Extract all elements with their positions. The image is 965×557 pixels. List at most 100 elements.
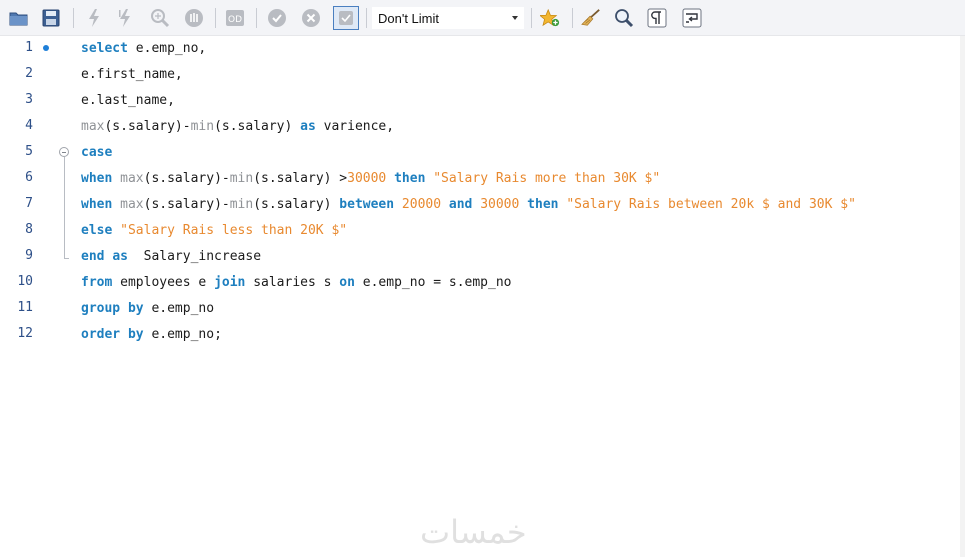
commit-button[interactable] bbox=[267, 8, 287, 28]
code-token-id bbox=[386, 171, 394, 186]
autocommit-toggle[interactable] bbox=[333, 6, 359, 30]
code-token-id: e.last_name, bbox=[81, 93, 175, 108]
execute-current-button[interactable] bbox=[116, 8, 136, 28]
code-line: 9 end as Salary_increase bbox=[0, 244, 965, 270]
code-text: when max(s.salary)-min(s.salary) between… bbox=[81, 196, 856, 214]
code-token-id: (s.salary)- bbox=[143, 197, 230, 212]
code-token-kw: as bbox=[112, 249, 128, 264]
continue-on-error-button[interactable]: OD bbox=[225, 8, 245, 28]
rollback-button[interactable] bbox=[301, 8, 321, 28]
sql-code-editor[interactable]: 1 select e.emp_no, 2 e.first_name, 3 e.l… bbox=[0, 36, 965, 557]
code-line: 10 from employees e join salaries s on e… bbox=[0, 270, 965, 296]
code-text: e.last_name, bbox=[81, 92, 175, 110]
stop-icon bbox=[185, 9, 203, 27]
code-token-str: "Salary Rais more than 30K $" bbox=[433, 171, 661, 186]
magnifier-icon bbox=[151, 9, 170, 28]
broom-icon bbox=[581, 9, 600, 26]
line-number: 8 bbox=[25, 222, 33, 237]
toolbar-separator bbox=[572, 8, 573, 28]
star-add-icon bbox=[540, 8, 560, 27]
code-token-id: (s.salary) bbox=[253, 197, 340, 212]
code-token-id: e.first_name, bbox=[81, 67, 183, 82]
fold-guide bbox=[64, 157, 65, 258]
limit-rows-select[interactable]: Don't Limit bbox=[372, 7, 524, 29]
code-text: case bbox=[81, 144, 112, 162]
code-token-kw: from bbox=[81, 275, 113, 290]
code-token-kw: group by bbox=[81, 301, 144, 316]
code-text: order by e.emp_no; bbox=[81, 326, 222, 344]
code-token-num: 30000 bbox=[480, 197, 520, 212]
continue-on-error-icon: OD bbox=[226, 10, 244, 26]
toggle-invisibles-button[interactable] bbox=[647, 8, 667, 28]
limit-rows-value: Don't Limit bbox=[378, 10, 440, 26]
code-token-kw: select bbox=[81, 41, 128, 56]
line-number: 6 bbox=[25, 170, 33, 185]
watermark: خمسات bbox=[420, 513, 527, 551]
fold-guide-end bbox=[64, 258, 69, 259]
code-token-id: (s.salary)- bbox=[143, 171, 230, 186]
code-token-id bbox=[441, 197, 449, 212]
toolbar-separator bbox=[215, 8, 216, 28]
code-token-kw: when bbox=[81, 197, 113, 212]
toolbar-separator bbox=[366, 8, 367, 28]
add-bookmark-button[interactable] bbox=[540, 8, 560, 28]
code-token-fn: min bbox=[229, 197, 254, 212]
stop-button[interactable] bbox=[184, 8, 204, 28]
code-line: 5 case bbox=[0, 140, 965, 166]
explain-button[interactable] bbox=[150, 8, 170, 28]
svg-text:OD: OD bbox=[228, 15, 242, 25]
check-icon bbox=[268, 9, 286, 27]
code-token-fn: max bbox=[81, 119, 105, 134]
code-token-id: employees e bbox=[112, 275, 215, 290]
code-token-id: e.emp_no; bbox=[143, 327, 222, 342]
code-line: 11 group by e.emp_no bbox=[0, 296, 965, 322]
code-token-id bbox=[112, 223, 120, 238]
code-token-id bbox=[112, 197, 120, 212]
toolbar-separator bbox=[256, 8, 257, 28]
line-number: 2 bbox=[25, 66, 33, 81]
vertical-scrollbar[interactable] bbox=[960, 36, 965, 557]
code-token-id: (s.salary) > bbox=[253, 171, 348, 186]
code-token-kw: end bbox=[81, 249, 105, 264]
code-token-id: e.emp_no bbox=[143, 301, 215, 316]
code-line: 8 else "Salary Rais less than 20K $" bbox=[0, 218, 965, 244]
beautify-button[interactable] bbox=[581, 8, 601, 28]
code-token-kw: and bbox=[448, 197, 473, 212]
line-number: 7 bbox=[25, 196, 33, 211]
code-token-kw: then bbox=[394, 171, 426, 186]
code-token-fn: min bbox=[190, 119, 215, 134]
word-wrap-button[interactable] bbox=[682, 8, 702, 28]
fold-toggle[interactable] bbox=[59, 147, 69, 157]
code-token-id: (s.salary) bbox=[214, 119, 301, 134]
code-line: 3 e.last_name, bbox=[0, 88, 965, 114]
code-token-id bbox=[519, 197, 527, 212]
code-token-num: 30000 bbox=[347, 171, 387, 186]
code-token-str: "Salary Rais less than 20K $" bbox=[120, 223, 348, 238]
code-line: 6 when max(s.salary)-min(s.salary) >3000… bbox=[0, 166, 965, 192]
folder-icon bbox=[9, 12, 28, 26]
find-button[interactable] bbox=[614, 8, 634, 28]
save-icon bbox=[42, 9, 60, 27]
code-token-kw: join bbox=[214, 275, 246, 290]
code-token-id bbox=[112, 171, 120, 186]
pilcrow-icon bbox=[647, 8, 667, 28]
code-token-num: 20000 bbox=[401, 197, 442, 212]
code-token-kw: as bbox=[300, 119, 316, 134]
code-text: select e.emp_no, bbox=[81, 40, 206, 58]
execute-button[interactable] bbox=[84, 8, 104, 28]
code-token-kw: between bbox=[339, 197, 395, 212]
code-token-fn: max bbox=[120, 171, 144, 186]
code-token-id: e.emp_no = s.emp_no bbox=[354, 275, 512, 290]
code-token-str: "Salary Rais between 20k $ and 30K $" bbox=[566, 197, 856, 212]
save-button[interactable] bbox=[41, 8, 61, 28]
code-token-id: Salary_increase bbox=[127, 249, 262, 264]
open-folder-button[interactable] bbox=[9, 8, 29, 28]
chevron-down-icon bbox=[512, 16, 518, 20]
sql-editor-window: OD Don't Limit 1 select e.emp_no, 2 e.fi… bbox=[0, 0, 965, 557]
line-number: 10 bbox=[17, 274, 33, 289]
code-token-kw: order by bbox=[81, 327, 144, 342]
line-number: 4 bbox=[25, 118, 33, 133]
code-token-id: varience, bbox=[315, 119, 395, 134]
code-token-kw: else bbox=[81, 223, 113, 238]
toolbar-separator bbox=[73, 8, 74, 28]
